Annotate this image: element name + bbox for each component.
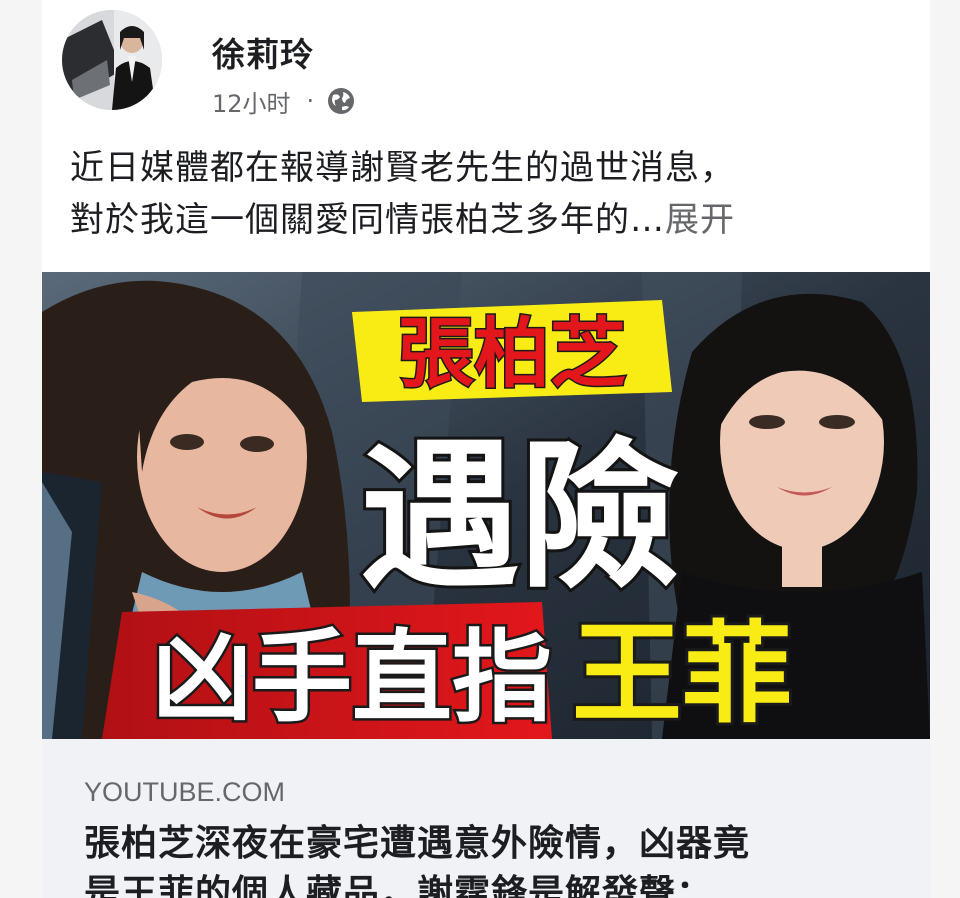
headline-name: 張柏芝 — [398, 309, 626, 398]
post-card: 徐莉玲 12小时 · 近日媒體都在報導謝賢老先生的過世消息， 對於我這一個關愛同… — [42, 0, 930, 898]
link-domain: YOUTUBE.COM — [84, 777, 286, 807]
author-name[interactable]: 徐莉玲 — [212, 28, 314, 76]
see-more-link[interactable]: 展开 — [665, 200, 735, 240]
headline-suspect: 王菲 — [572, 610, 792, 738]
meta-separator: · — [306, 87, 315, 115]
post-text-line: 對於我這一個關愛同情張柏芝多年的…展开 — [70, 194, 920, 246]
post-text-truncated: 對於我這一個關愛同情張柏芝多年的… — [70, 200, 665, 240]
headline-accusation-block: 凶手直指 王菲 — [102, 602, 795, 739]
avatar[interactable] — [62, 10, 162, 110]
link-preview[interactable]: YOUTUBE.COM 張柏芝深夜在豪宅遭遇意外險情，凶器竟 是王菲的個人藏品，… — [42, 739, 930, 898]
headline-name-block: 張柏芝 — [352, 300, 672, 402]
link-thumbnail[interactable]: 張柏芝 遇險 凶手直指 王菲 — [42, 272, 930, 739]
link-title-line: 是王菲的個人藏品，謝霆鋒是解發聲： — [84, 873, 714, 898]
post-timestamp[interactable]: 12小时 — [212, 84, 291, 119]
link-title-line: 張柏芝深夜在豪宅遭遇意外險情，凶器竟 — [84, 823, 751, 864]
link-title[interactable]: 張柏芝深夜在豪宅遭遇意外險情，凶器竟 是王菲的個人藏品，謝霆鋒是解發聲： — [84, 819, 914, 898]
globe-icon[interactable] — [326, 86, 356, 116]
post-meta: 12小时 · — [212, 84, 356, 118]
avatar-photo — [62, 10, 162, 110]
post-text-line: 近日媒體都在報導謝賢老先生的過世消息， — [70, 148, 735, 188]
headline-danger: 遇險 — [360, 423, 680, 610]
post-text: 近日媒體都在報導謝賢老先生的過世消息， 對於我這一個關愛同情張柏芝多年的…展开 — [70, 142, 920, 246]
headline-accusation: 凶手直指 — [152, 619, 552, 736]
